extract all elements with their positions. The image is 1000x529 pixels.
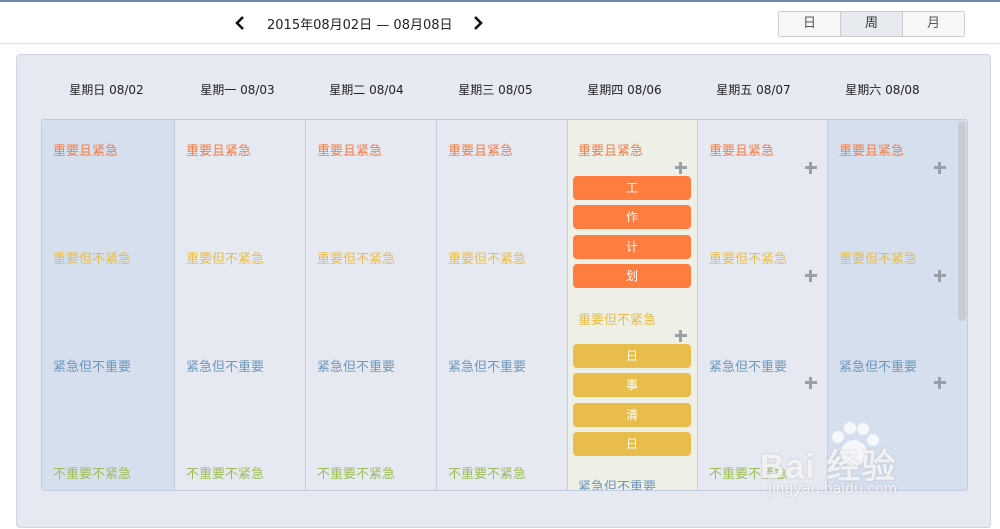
day-header-wed: 星期三 08/05 — [458, 83, 533, 97]
chevron-right-icon[interactable] — [468, 13, 488, 33]
quadrant-not-important-not-urgent[interactable]: 不重要不紧急 — [448, 463, 526, 482]
task-item[interactable]: 作 — [573, 205, 691, 229]
quadrant-important-urgent[interactable]: 重要且紧急 — [839, 140, 904, 159]
quadrant-important-not-urgent[interactable]: 重要但不紧急 — [186, 248, 264, 267]
quadrant-urgent-not-important[interactable]: 紧急但不重要 — [53, 356, 131, 375]
quadrant-important-urgent[interactable]: 重要且紧急 — [709, 140, 774, 159]
quadrant-not-important-not-urgent[interactable]: 不重要不紧急 — [709, 463, 787, 482]
add-task-icon[interactable] — [933, 376, 947, 390]
task-item[interactable]: 清 — [573, 403, 691, 427]
day-column-tue: 重要且紧急 重要但不紧急 紧急但不重要 不重要不紧急 — [305, 120, 436, 490]
view-switch: 日 周 月 — [778, 11, 965, 37]
add-task-icon[interactable] — [804, 269, 818, 283]
add-task-icon[interactable] — [933, 269, 947, 283]
quadrant-important-not-urgent[interactable]: 重要但不紧急 — [448, 248, 526, 267]
add-task-icon[interactable] — [674, 161, 688, 175]
quadrant-important-not-urgent[interactable]: 重要但不紧急 — [839, 248, 917, 267]
quadrant-important-urgent[interactable]: 重要且紧急 — [578, 140, 643, 159]
quadrant-urgent-not-important[interactable]: 紧急但不重要 — [709, 356, 787, 375]
quadrant-urgent-not-important[interactable]: 紧急但不重要 — [186, 356, 264, 375]
day-column-mon: 重要且紧急 重要但不紧急 紧急但不重要 不重要不紧急 — [174, 120, 305, 490]
date-range-label: 2015年08月02日 — 08月08日 — [267, 18, 453, 33]
quadrant-important-not-urgent[interactable]: 重要但不紧急 — [709, 248, 787, 267]
quadrant-urgent-not-important[interactable]: 紧急但不重要 — [578, 476, 656, 490]
toolbar: 2015年08月02日 — 08月08日 日 周 月 — [0, 0, 1000, 44]
day-column-sat: 重要且紧急 重要但不紧急 紧急但不重要 — [827, 120, 967, 490]
quadrant-important-urgent[interactable]: 重要且紧急 — [448, 140, 513, 159]
day-column-fri: 重要且紧急 重要但不紧急 紧急但不重要 不重要不紧急 — [697, 120, 827, 490]
day-header-fri: 星期五 08/07 — [716, 83, 791, 97]
day-header-mon: 星期一 08/03 — [200, 83, 275, 97]
add-task-icon[interactable] — [804, 161, 818, 175]
day-column-sun: 重要且紧急 重要但不紧急 紧急但不重要 不重要不紧急 — [42, 120, 174, 490]
quadrant-important-urgent[interactable]: 重要且紧急 — [186, 140, 251, 159]
view-month-button[interactable]: 月 — [902, 12, 964, 36]
view-day-button[interactable]: 日 — [779, 12, 840, 36]
quadrant-urgent-not-important[interactable]: 紧急但不重要 — [448, 356, 526, 375]
day-header-tue: 星期二 08/04 — [329, 83, 404, 97]
quadrant-important-urgent[interactable]: 重要且紧急 — [53, 140, 118, 159]
day-header-thu: 星期四 08/06 — [587, 83, 662, 97]
week-grid: 重要且紧急 重要但不紧急 紧急但不重要 不重要不紧急 重要且紧急 重要但不紧急 … — [41, 119, 968, 491]
add-task-icon[interactable] — [933, 161, 947, 175]
day-header-sat: 星期六 08/08 — [845, 83, 920, 97]
quadrant-important-not-urgent[interactable]: 重要但不紧急 — [578, 309, 656, 328]
quadrant-not-important-not-urgent[interactable]: 不重要不紧急 — [53, 463, 131, 482]
vertical-scrollbar[interactable] — [958, 121, 966, 321]
quadrant-not-important-not-urgent[interactable]: 不重要不紧急 — [186, 463, 264, 482]
chevron-left-icon[interactable] — [230, 13, 250, 33]
task-item[interactable]: 计 — [573, 235, 691, 259]
task-item[interactable]: 工 — [573, 176, 691, 200]
day-column-wed: 重要且紧急 重要但不紧急 紧急但不重要 不重要不紧急 — [436, 120, 567, 490]
quadrant-not-important-not-urgent[interactable]: 不重要不紧急 — [317, 463, 395, 482]
task-item[interactable]: 事 — [573, 373, 691, 397]
quadrant-important-urgent[interactable]: 重要且紧急 — [317, 140, 382, 159]
week-panel: 星期日 08/02 星期一 08/03 星期二 08/04 星期三 08/05 … — [16, 54, 991, 528]
quadrant-important-not-urgent[interactable]: 重要但不紧急 — [53, 248, 131, 267]
task-item[interactable]: 日 — [573, 432, 691, 456]
day-header-sun: 星期日 08/02 — [69, 83, 144, 97]
quadrant-important-not-urgent[interactable]: 重要但不紧急 — [317, 248, 395, 267]
day-column-thu: 重要且紧急 工 作 计 划 重要但不紧急 日 事 清 日 紧急但不重要 — [567, 120, 697, 490]
add-task-icon[interactable] — [674, 329, 688, 343]
task-item[interactable]: 划 — [573, 264, 691, 288]
view-week-button[interactable]: 周 — [840, 12, 902, 36]
quadrant-urgent-not-important[interactable]: 紧急但不重要 — [317, 356, 395, 375]
add-task-icon[interactable] — [804, 376, 818, 390]
task-item[interactable]: 日 — [573, 344, 691, 368]
quadrant-urgent-not-important[interactable]: 紧急但不重要 — [839, 356, 917, 375]
